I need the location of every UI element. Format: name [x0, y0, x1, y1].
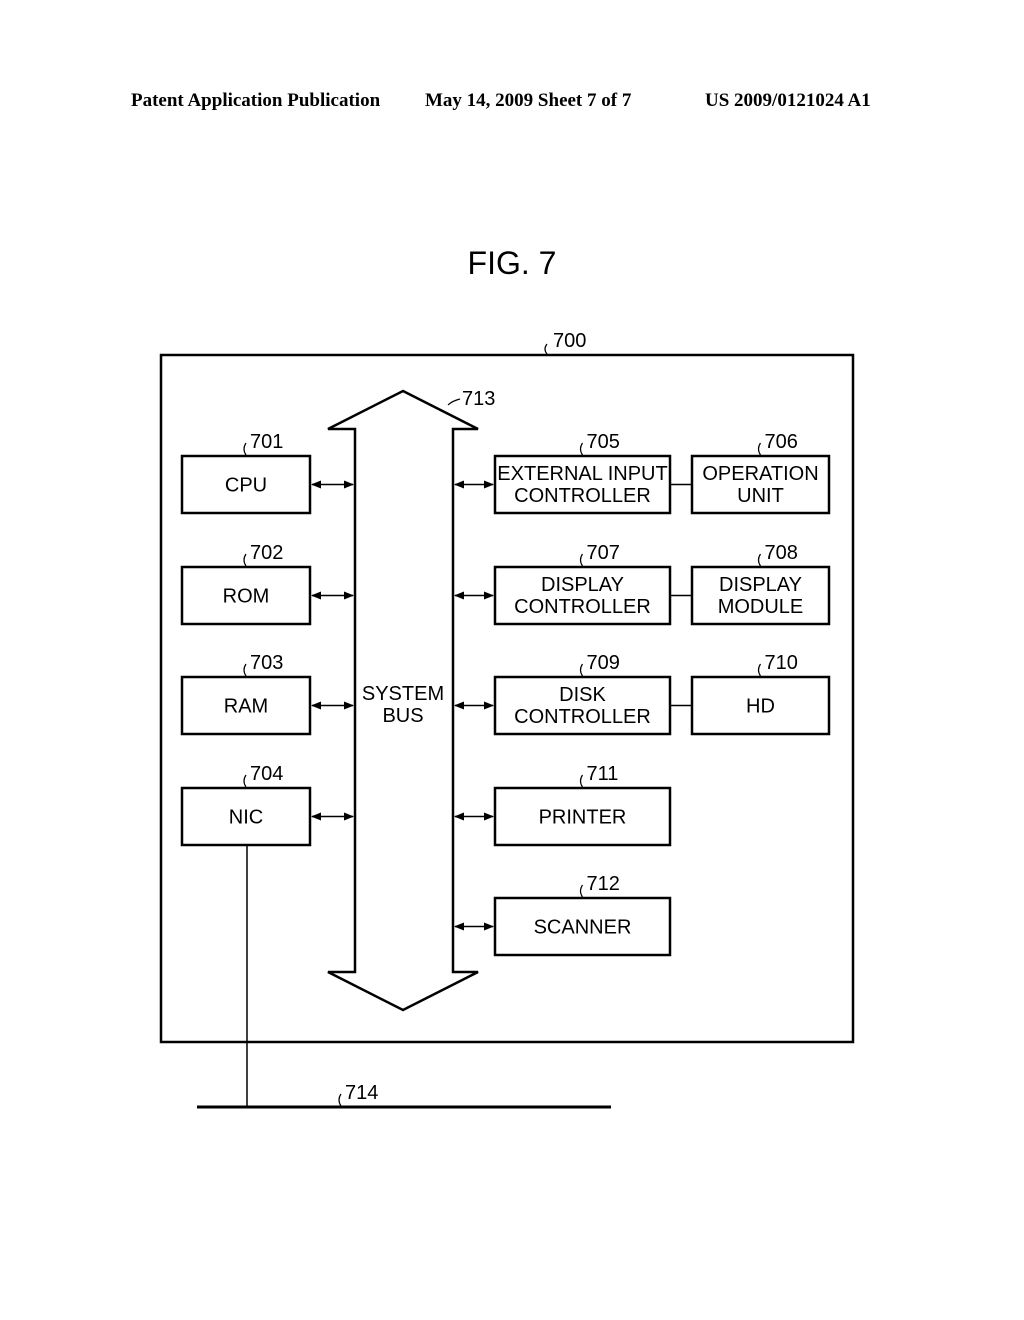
block-hd-label: HD	[746, 696, 775, 718]
block-display-controller-label-2: CONTROLLER	[514, 596, 651, 618]
block-hd: HD 710	[690, 652, 831, 736]
block-display-module-label-2: MODULE	[718, 596, 804, 618]
block-diagram: 700 713 SYSTEM BUS CPU 701 ROM 702 RAM 703 NIC…	[159, 330, 855, 1109]
ref-712: 712	[587, 873, 620, 895]
leader-line	[579, 553, 584, 567]
ref-707: 707	[587, 542, 620, 564]
ref-700: 700	[553, 330, 586, 352]
block-rom: ROM 702	[180, 542, 312, 626]
block-ram: RAM 703	[180, 652, 312, 736]
block-cpu: CPU 701	[180, 431, 312, 515]
block-cpu-label: CPU	[225, 475, 267, 497]
block-display-controller: DISPLAYCONTROLLER 707	[493, 542, 672, 626]
leader-line	[757, 553, 762, 567]
block-external-input-controller-label-1: EXTERNAL INPUT	[497, 463, 667, 485]
leader-line	[243, 774, 247, 788]
block-printer: PRINTER 711	[493, 763, 672, 847]
leader-line	[579, 884, 584, 898]
ref-705: 705	[587, 431, 620, 453]
leader-line	[757, 663, 762, 677]
leader-line	[544, 343, 548, 355]
leader-line	[757, 442, 762, 456]
block-display-controller-label-1: DISPLAY	[541, 574, 624, 596]
block-external-input-controller: EXTERNAL INPUTCONTROLLER 705	[493, 431, 672, 515]
ref-713: 713	[462, 388, 495, 410]
ref-702: 702	[250, 542, 283, 564]
leader-line	[243, 442, 247, 456]
leader-line	[338, 1093, 342, 1107]
ref-706: 706	[765, 431, 798, 453]
system-bus-label-1: SYSTEM	[362, 683, 444, 705]
system-bus-label-2: BUS	[382, 705, 423, 727]
leader-line	[579, 663, 584, 677]
ref-703: 703	[250, 652, 283, 674]
block-printer-label: PRINTER	[539, 807, 627, 829]
ref-710: 710	[765, 652, 798, 674]
ref-708: 708	[765, 542, 798, 564]
block-ram-label: RAM	[224, 696, 268, 718]
leader-line	[579, 442, 584, 456]
leader-line	[243, 553, 247, 567]
block-disk-controller-label-1: DISK	[559, 684, 606, 706]
ref-709: 709	[587, 652, 620, 674]
block-disk-controller: DISKCONTROLLER 709	[493, 652, 672, 736]
block-operation-unit: OPERATIONUNIT 706	[690, 431, 831, 515]
block-nic-label: NIC	[229, 807, 263, 829]
block-operation-unit-label-2: UNIT	[737, 485, 784, 507]
block-rom-label: ROM	[223, 586, 270, 608]
block-scanner: SCANNER 712	[493, 873, 672, 957]
block-display-module-label-1: DISPLAY	[719, 574, 802, 596]
ref-711: 711	[587, 763, 619, 785]
block-scanner-label: SCANNER	[534, 917, 632, 939]
leader-line	[447, 398, 461, 406]
ref-701: 701	[250, 431, 283, 453]
ref-714: 714	[345, 1082, 378, 1104]
leader-line	[579, 774, 584, 788]
ref-704: 704	[250, 763, 283, 785]
leader-line	[243, 663, 247, 677]
block-display-module: DISPLAYMODULE 708	[690, 542, 831, 626]
block-nic: NIC 704	[180, 763, 312, 847]
block-operation-unit-label-1: OPERATION	[702, 463, 818, 485]
block-disk-controller-label-2: CONTROLLER	[514, 706, 651, 728]
block-external-input-controller-label-2: CONTROLLER	[514, 485, 651, 507]
